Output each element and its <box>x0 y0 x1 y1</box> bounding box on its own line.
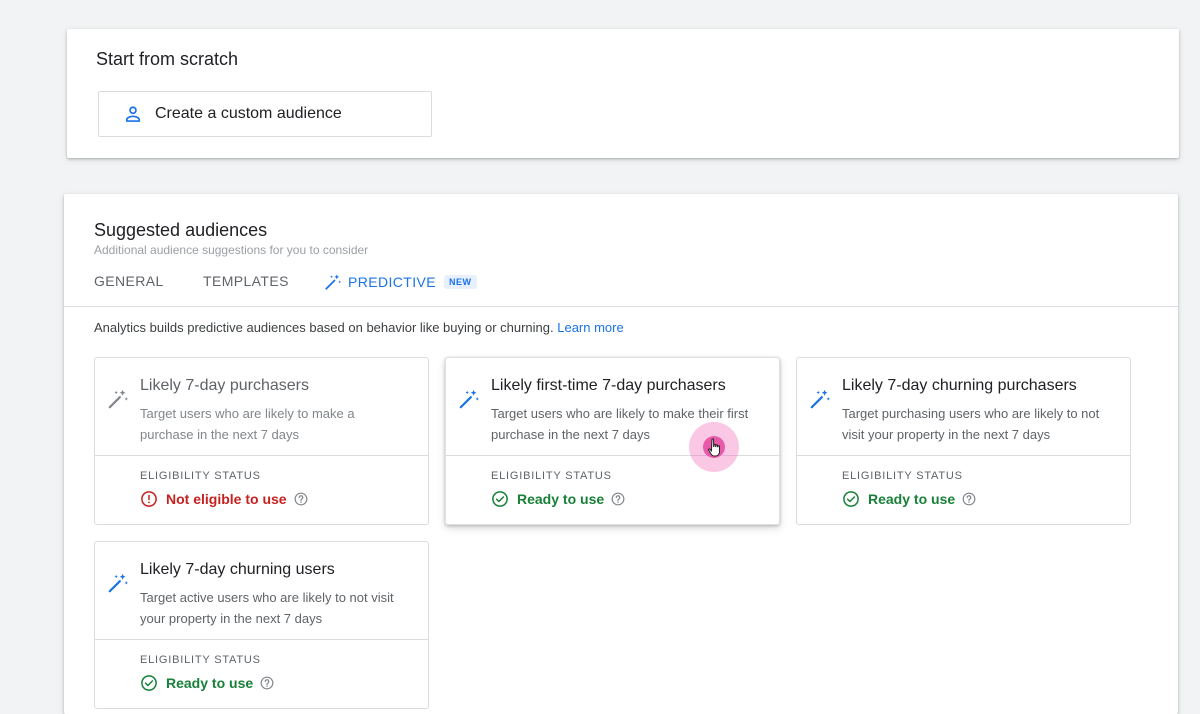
check-circle-icon <box>141 675 157 691</box>
help-circle-icon[interactable] <box>611 492 625 506</box>
create-custom-audience-label: Create a custom audience <box>155 105 342 122</box>
eligibility-status-text: Ready to use <box>166 675 254 691</box>
start-from-scratch-title: Start from scratch <box>96 49 239 69</box>
suggested-audiences-title: Suggested audiences <box>94 220 268 240</box>
learn-more-link[interactable]: Learn more <box>557 320 623 335</box>
help-circle-icon[interactable] <box>294 492 308 506</box>
magic-wand-icon <box>108 389 128 409</box>
magic-wand-icon <box>108 573 128 593</box>
eligibility-status: Ready to use <box>842 490 976 508</box>
magic-wand-icon <box>459 389 479 409</box>
new-badge: NEW <box>444 275 477 289</box>
card-divider <box>95 639 428 640</box>
audience-name: Likely 7-day churning purchasers <box>842 377 1077 394</box>
magic-wand-icon <box>810 389 830 409</box>
check-circle-icon <box>492 491 508 507</box>
audience-description: Target active users who are likely to no… <box>140 590 394 626</box>
person-icon <box>125 106 141 122</box>
audience-name: Likely first-time 7-day purchasers <box>491 377 726 394</box>
predictive-description-text: Analytics builds predictive audiences ba… <box>94 320 554 335</box>
eligibility-label: ELIGIBILITY STATUS <box>140 470 261 482</box>
eligibility-status: Ready to use <box>491 490 625 508</box>
help-circle-icon[interactable] <box>260 676 274 690</box>
tab-templates[interactable]: TEMPLATES <box>203 273 289 289</box>
audience-description: Target users who are likely to make a pu… <box>140 406 355 442</box>
audience-description: Target purchasing users who are likely t… <box>842 406 1100 442</box>
eligibility-status-text: Ready to use <box>868 491 956 507</box>
hand-pointer-icon <box>707 438 720 457</box>
card-divider <box>95 455 428 456</box>
audience-card-likely-7-day-purchasers[interactable]: Likely 7-day purchasers Target users who… <box>94 357 429 525</box>
eligibility-status: Ready to use <box>140 674 274 692</box>
help-circle-icon[interactable] <box>962 492 976 506</box>
eligibility-label: ELIGIBILITY STATUS <box>842 470 963 482</box>
audience-card-likely-7-day-churning-purchasers[interactable]: Likely 7-day churning purchasers Target … <box>796 357 1131 525</box>
start-from-scratch-card: Start from scratch Create a custom audie… <box>67 29 1179 158</box>
create-custom-audience-button[interactable]: Create a custom audience <box>98 91 432 137</box>
eligibility-label: ELIGIBILITY STATUS <box>140 654 261 666</box>
eligibility-status: Not eligible to use <box>140 490 308 508</box>
tab-predictive[interactable]: PREDICTIVE NEW <box>324 273 477 291</box>
eligibility-status-text: Not eligible to use <box>166 491 287 507</box>
audience-name: Likely 7-day purchasers <box>140 377 309 394</box>
card-divider <box>797 455 1130 456</box>
predictive-description: Analytics builds predictive audiences ba… <box>94 320 624 335</box>
audience-card-likely-7-day-churning-users[interactable]: Likely 7-day churning users Target activ… <box>94 541 429 709</box>
tab-predictive-label: PREDICTIVE <box>348 274 437 290</box>
eligibility-label: ELIGIBILITY STATUS <box>491 470 612 482</box>
check-circle-icon <box>843 491 859 507</box>
suggested-audiences-subtitle: Additional audience suggestions for you … <box>94 243 369 257</box>
audience-name: Likely 7-day churning users <box>140 561 335 578</box>
error-icon <box>141 491 157 507</box>
tabs-divider <box>64 306 1178 307</box>
magic-wand-icon <box>325 274 342 290</box>
tab-general[interactable]: GENERAL <box>94 273 164 289</box>
eligibility-status-text: Ready to use <box>517 491 605 507</box>
